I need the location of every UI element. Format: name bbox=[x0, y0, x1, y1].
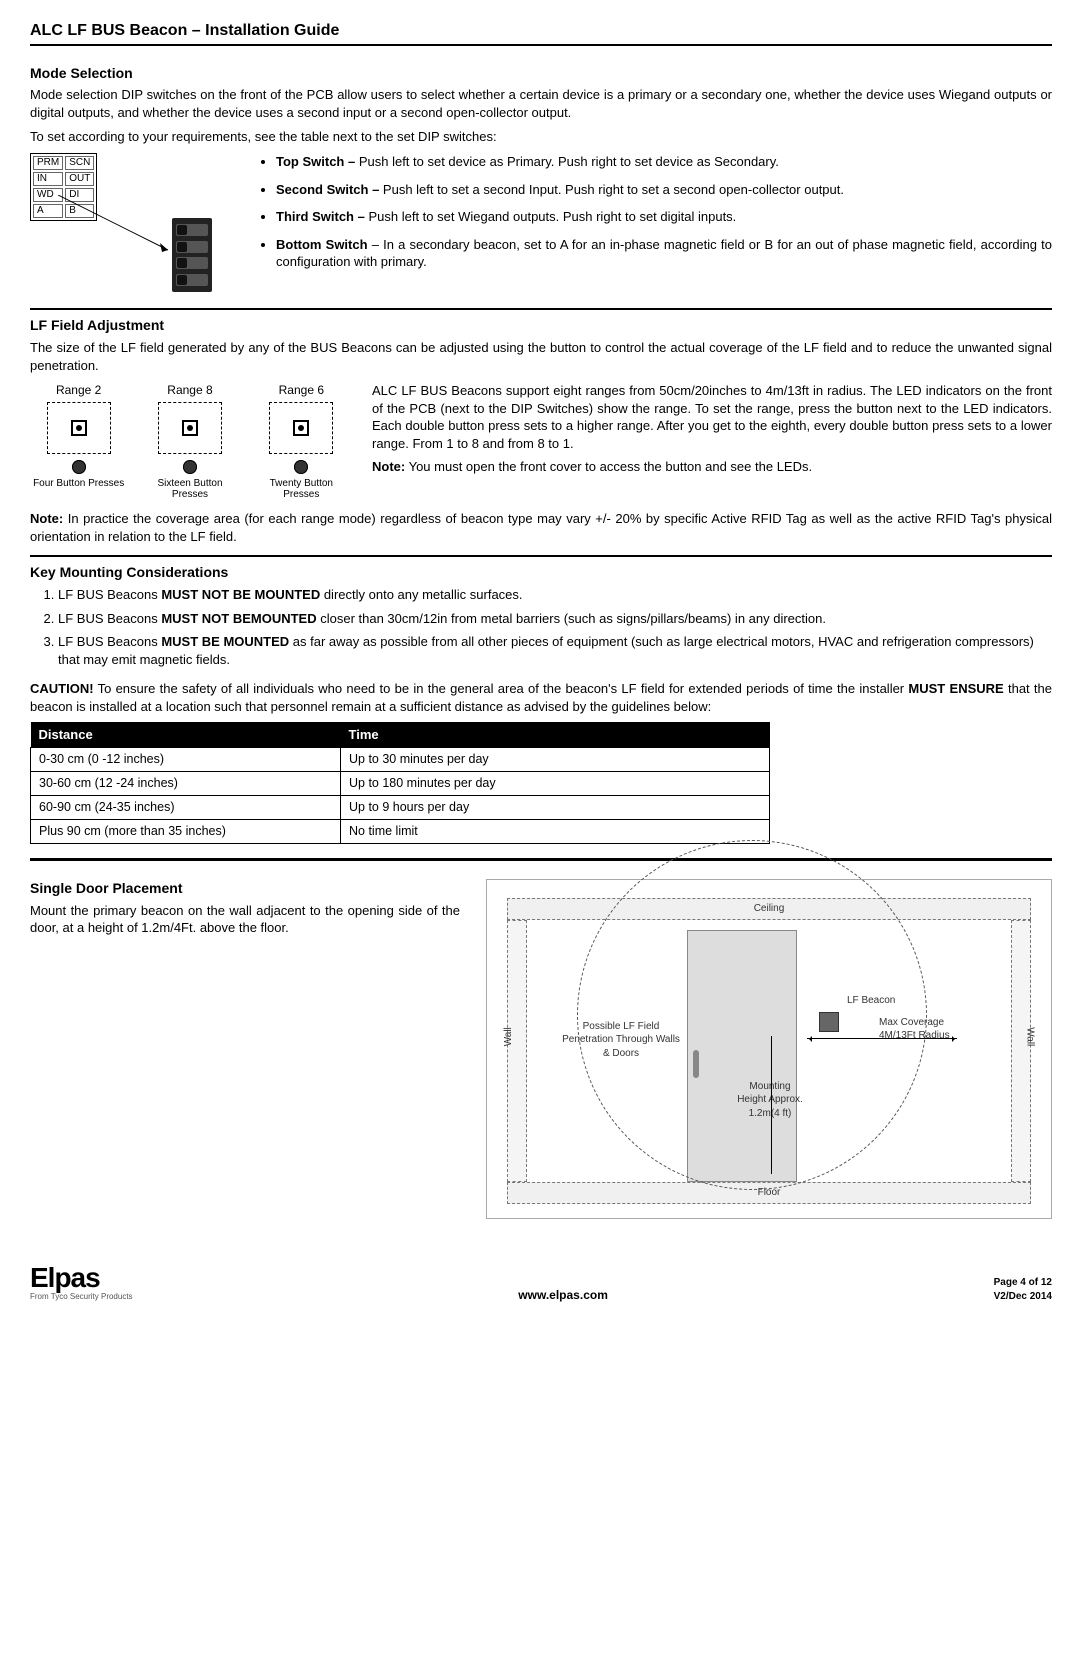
td: Up to 180 minutes per day bbox=[341, 771, 770, 795]
dip-diagram: PRMSCN INOUT WDDI AB bbox=[30, 153, 240, 298]
switch-label: Second Switch – bbox=[276, 182, 383, 197]
switch-label: Third Switch – bbox=[276, 209, 368, 224]
heading-placement: Single Door Placement bbox=[30, 879, 460, 898]
mount-bold: MUST BE MOUNTED bbox=[161, 634, 289, 649]
th-distance: Distance bbox=[31, 722, 341, 748]
mount-bold: MUST NOT BEMOUNTED bbox=[161, 611, 316, 626]
mount-post: directly onto any metallic surfaces. bbox=[320, 587, 522, 602]
switch-text: Push left to set device as Primary. Push… bbox=[359, 154, 779, 169]
label-height: Mounting Height Approx. 1.2m(4 ft) bbox=[735, 1080, 805, 1121]
note-label: Note: bbox=[372, 459, 405, 474]
range-presses: Four Button Presses bbox=[30, 478, 127, 489]
lf-p2: ALC LF BUS Beacons support eight ranges … bbox=[372, 382, 1052, 452]
caution-pre: To ensure the safety of all individuals … bbox=[94, 681, 909, 696]
switch-text: – In a secondary beacon, set to A for an… bbox=[276, 237, 1052, 270]
range-diagram: Range 2 Four Button Presses Range 8 Sixtee… bbox=[30, 382, 350, 500]
placement-text: Mount the primary beacon on the wall adj… bbox=[30, 902, 460, 937]
mount-item: LF BUS Beacons MUST NOT BEMOUNTED closer… bbox=[58, 610, 1052, 628]
table-row: Plus 90 cm (more than 35 inches)No time … bbox=[31, 819, 770, 843]
range-title: Range 6 bbox=[253, 382, 350, 398]
switch-list: Top Switch – Push left to set device as … bbox=[258, 153, 1052, 298]
dip-lbl: OUT bbox=[65, 172, 94, 186]
caution-paragraph: CAUTION! To ensure the safety of all ind… bbox=[30, 680, 1052, 715]
dip-lbl: IN bbox=[33, 172, 63, 186]
mount-pre: LF BUS Beacons bbox=[58, 634, 161, 649]
table-row: 60-90 cm (24-35 inches)Up to 9 hours per… bbox=[31, 795, 770, 819]
switch-label: Top Switch – bbox=[276, 154, 359, 169]
td: Plus 90 cm (more than 35 inches) bbox=[31, 819, 341, 843]
lf-p3: Note: In practice the coverage area (for… bbox=[30, 510, 1052, 545]
range-presses: Sixteen Button Presses bbox=[141, 478, 238, 500]
switch-item: Third Switch – Push left to set Wiegand … bbox=[276, 208, 1052, 226]
heading-lf: LF Field Adjustment bbox=[30, 316, 1052, 335]
arrow-icon bbox=[58, 195, 178, 265]
page-title: ALC LF BUS Beacon – Installation Guide bbox=[30, 20, 1052, 46]
td: 60-90 cm (24-35 inches) bbox=[31, 795, 341, 819]
mount-pre: LF BUS Beacons bbox=[58, 587, 161, 602]
section-lf: LF Field Adjustment The size of the LF f… bbox=[30, 316, 1052, 545]
placement-diagram: Ceiling Wall Wall Floor LF Beacon Possib… bbox=[486, 879, 1052, 1219]
table-row: 0-30 cm (0 -12 inches)Up to 30 minutes p… bbox=[31, 748, 770, 772]
switch-item: Top Switch – Push left to set device as … bbox=[276, 153, 1052, 171]
mode-p2: To set according to your requirements, s… bbox=[30, 128, 1052, 146]
footer-right: Page 4 of 12 V2/Dec 2014 bbox=[994, 1276, 1052, 1303]
th-time: Time bbox=[341, 722, 770, 748]
mount-list: LF BUS Beacons MUST NOT BE MOUNTED direc… bbox=[30, 586, 1052, 668]
mount-post: closer than 30cm/12in from metal barrier… bbox=[317, 611, 826, 626]
range-presses: Twenty Button Presses bbox=[253, 478, 350, 500]
dip-switch-block bbox=[172, 218, 212, 292]
section-placement: Single Door Placement Mount the primary … bbox=[30, 879, 1052, 1219]
range-title: Range 2 bbox=[30, 382, 127, 398]
dip-lbl: SCN bbox=[65, 156, 94, 170]
switch-text: Push left to set Wiegand outputs. Push r… bbox=[368, 209, 736, 224]
lf-note: Note: You must open the front cover to a… bbox=[372, 458, 1052, 476]
td: Up to 30 minutes per day bbox=[341, 748, 770, 772]
logo: Elpas bbox=[30, 1259, 133, 1297]
switch-label: Bottom Switch bbox=[276, 237, 372, 252]
label-penetration: Possible LF Field Penetration Through Wa… bbox=[561, 1020, 681, 1061]
logo-sub: From Tyco Security Products bbox=[30, 1292, 133, 1303]
switch-item: Second Switch – Push left to set a secon… bbox=[276, 181, 1052, 199]
td: 0-30 cm (0 -12 inches) bbox=[31, 748, 341, 772]
switch-text: Push left to set a second Input. Push ri… bbox=[383, 182, 844, 197]
td: Up to 9 hours per day bbox=[341, 795, 770, 819]
footer-page: Page 4 of 12 bbox=[994, 1276, 1052, 1290]
td: No time limit bbox=[341, 819, 770, 843]
mount-pre: LF BUS Beacons bbox=[58, 611, 161, 626]
label-wall-left: Wall bbox=[502, 1027, 516, 1046]
distance-table: DistanceTime 0-30 cm (0 -12 inches)Up to… bbox=[30, 722, 770, 844]
heading-mount: Key Mounting Considerations bbox=[30, 563, 1052, 582]
note-label: Note: bbox=[30, 511, 63, 526]
table-row: 30-60 cm (12 -24 inches)Up to 180 minute… bbox=[31, 771, 770, 795]
caution-label: CAUTION! bbox=[30, 681, 94, 696]
label-wall-right: Wall bbox=[1023, 1027, 1037, 1046]
section-mode: Mode Selection Mode selection DIP switch… bbox=[30, 64, 1052, 299]
note-text: In practice the coverage area (for each … bbox=[30, 511, 1052, 544]
note-text: You must open the front cover to access … bbox=[405, 459, 812, 474]
caution-bold: MUST ENSURE bbox=[908, 681, 1003, 696]
footer: Elpas From Tyco Security Products www.el… bbox=[30, 1259, 1052, 1304]
label-coverage: Max Coverage 4M/13Ft Radius bbox=[879, 1016, 969, 1043]
footer-version: V2/Dec 2014 bbox=[994, 1290, 1052, 1304]
mode-p1: Mode selection DIP switches on the front… bbox=[30, 86, 1052, 121]
lf-p1: The size of the LF field generated by an… bbox=[30, 339, 1052, 374]
switch-item: Bottom Switch – In a secondary beacon, s… bbox=[276, 236, 1052, 271]
dip-lbl: PRM bbox=[33, 156, 63, 170]
range-title: Range 8 bbox=[141, 382, 238, 398]
mount-bold: MUST NOT BE MOUNTED bbox=[161, 587, 320, 602]
td: 30-60 cm (12 -24 inches) bbox=[31, 771, 341, 795]
section-mount: Key Mounting Considerations LF BUS Beaco… bbox=[30, 563, 1052, 843]
heading-mode: Mode Selection bbox=[30, 64, 1052, 83]
footer-url: www.elpas.com bbox=[518, 1287, 608, 1303]
mount-item: LF BUS Beacons MUST NOT BE MOUNTED direc… bbox=[58, 586, 1052, 604]
footer-left: Elpas From Tyco Security Products bbox=[30, 1259, 133, 1304]
mount-item: LF BUS Beacons MUST BE MOUNTED as far aw… bbox=[58, 633, 1052, 668]
